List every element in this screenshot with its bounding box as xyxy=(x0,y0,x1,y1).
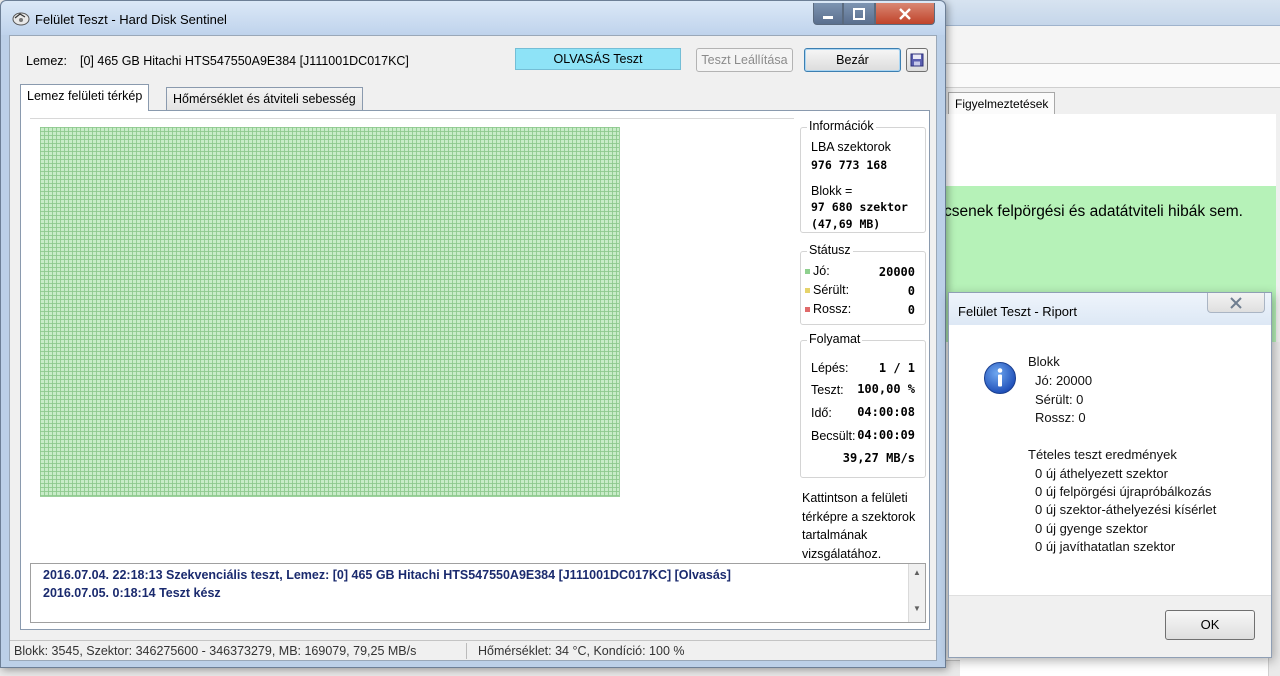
lba-label: LBA szektorok xyxy=(811,140,891,154)
time-value: 04:00:08 xyxy=(857,405,915,419)
disk-label: Lemez: xyxy=(26,54,67,68)
window-title: Felület Teszt - Hard Disk Sentinel xyxy=(35,12,227,27)
disk-value: [0] 465 GB Hitachi HTS547550A9E384 [J111… xyxy=(80,54,409,68)
good-row: Jó: xyxy=(805,264,830,278)
report-block-heading: Blokk xyxy=(1028,354,1060,369)
estimated-label: Becsült: xyxy=(811,429,856,443)
status-title: Státusz xyxy=(807,243,853,257)
damaged-label: Sérült: xyxy=(813,283,850,297)
test-label: Teszt: xyxy=(811,383,844,397)
bad-row: Rossz: xyxy=(805,302,851,316)
block-label: Blokk = xyxy=(811,184,853,198)
close-icon xyxy=(1230,296,1242,309)
report-results-heading: Tételes teszt eredmények xyxy=(1028,447,1177,462)
info-icon xyxy=(983,361,1017,398)
report-bad: Rossz: 0 xyxy=(1035,410,1086,425)
dialog-footer: OK xyxy=(949,595,1271,657)
close-window-button[interactable] xyxy=(875,3,935,25)
report-result-item: 0 új javíthatatlan szektor xyxy=(1035,539,1176,554)
good-label: Jó: xyxy=(813,264,830,278)
scroll-down-icon[interactable]: ▼ xyxy=(913,604,921,613)
report-result-item: 0 új gyenge szektor xyxy=(1035,521,1148,536)
dialog-title: Felület Teszt - Riport xyxy=(958,304,1077,319)
bad-label: Rossz: xyxy=(813,302,852,316)
minimize-button[interactable] xyxy=(813,3,843,25)
block-size: (47,69 MB) xyxy=(811,217,881,231)
status-bar-block-info: Blokk: 3545, Szektor: 346275600 - 346373… xyxy=(14,644,417,658)
status-bar: Blokk: 3545, Szektor: 346275600 - 346373… xyxy=(10,640,936,660)
minimize-icon xyxy=(823,15,833,19)
lba-value: 976 773 168 xyxy=(811,158,888,172)
status-bar-divider xyxy=(466,643,467,659)
status-group: Státusz Jó: 20000 Sérült: 0 Rossz: 0 xyxy=(800,243,926,325)
dialog-titlebar[interactable]: Felület Teszt - Riport xyxy=(949,293,1271,325)
report-result-item: 0 új felpörgési újrapróbálkozás xyxy=(1035,484,1212,499)
log-scrollbar[interactable]: ▲ ▼ xyxy=(908,564,925,622)
surface-test-window: Felület Teszt - Hard Disk Sentinel Lemez… xyxy=(0,0,946,668)
test-value: 100,00 % xyxy=(857,382,915,396)
report-dialog: Felület Teszt - Riport Blokk Jó: 20000 S… xyxy=(948,292,1272,658)
window-titlebar[interactable]: Felület Teszt - Hard Disk Sentinel xyxy=(1,1,945,35)
bad-legend-icon xyxy=(805,307,810,313)
app-icon xyxy=(11,9,31,27)
damaged-legend-icon xyxy=(805,288,810,294)
background-toolbar xyxy=(940,26,1280,64)
damaged-value: 0 xyxy=(907,284,915,298)
background-titlebar xyxy=(940,0,1280,26)
background-ruler xyxy=(940,64,1280,88)
good-value: 20000 xyxy=(878,265,915,279)
log-entry: 2016.07.05. 0:18:14 Teszt kész xyxy=(43,586,221,600)
status-bar-health: Hőmérséklet: 34 °C, Kondíció: 100 % xyxy=(478,644,685,658)
surface-map-blocks[interactable] xyxy=(40,127,620,497)
tab-warnings[interactable]: Figyelmeztetések xyxy=(948,92,1056,114)
step-label: Lépés: xyxy=(811,361,849,375)
log-entry: 2016.07.04. 22:18:13 Szekvenciális teszt… xyxy=(43,568,731,582)
maximize-button[interactable] xyxy=(843,3,875,25)
report-damaged: Sérült: 0 xyxy=(1035,392,1084,407)
speed-value: 39,27 MB/s xyxy=(842,451,915,465)
tab-temperature-speed[interactable]: Hőmérséklet és átviteli sebesség xyxy=(166,87,363,111)
save-button[interactable] xyxy=(906,48,928,72)
dialog-close-button[interactable] xyxy=(1207,293,1265,313)
report-good: Jó: 20000 xyxy=(1035,373,1093,388)
dialog-body: Blokk Jó: 20000 Sérült: 0 Rossz: 0 Tétel… xyxy=(949,325,1271,595)
event-log[interactable]: 2016.07.04. 22:18:13 Szekvenciális teszt… xyxy=(30,563,926,623)
report-result-item: 0 új áthelyezett szektor xyxy=(1035,466,1168,481)
bad-value: 0 xyxy=(907,303,915,317)
surface-map-panel: Információk LBA szektorok 976 773 168 Bl… xyxy=(20,110,930,630)
tab-surface-map[interactable]: Lemez felületi térkép xyxy=(20,84,150,111)
ok-button[interactable]: OK xyxy=(1165,610,1255,640)
close-button[interactable]: Bezár xyxy=(804,48,901,72)
scroll-up-icon[interactable]: ▲ xyxy=(913,568,921,577)
info-title: Információk xyxy=(807,119,876,133)
step-value: 1 / 1 xyxy=(878,361,915,375)
surface-map-area[interactable] xyxy=(30,118,794,562)
damaged-row: Sérült: xyxy=(805,283,849,297)
floppy-disk-icon xyxy=(910,53,924,67)
time-label: Idő: xyxy=(811,406,832,420)
background-status-message: csenek felpörgési és adatátviteli hibák … xyxy=(944,203,1243,220)
close-icon xyxy=(899,7,911,20)
estimated-value: 04:00:09 xyxy=(857,428,915,442)
report-result-item: 0 új szektor-áthelyezési kísérlet xyxy=(1035,502,1217,517)
progress-group: Folyamat Lépés: 1 / 1 Teszt: 100,00 % Id… xyxy=(800,332,926,478)
good-legend-icon xyxy=(805,269,810,275)
progress-title: Folyamat xyxy=(807,332,863,346)
stop-test-button[interactable]: Teszt Leállítása xyxy=(696,48,793,72)
test-mode-badge: OLVASÁS Teszt xyxy=(515,48,681,70)
surface-map-hint: Kattintson a felületi térképre a szektor… xyxy=(802,491,916,561)
block-sectors: 97 680 szektor xyxy=(811,200,908,214)
window-client-area: Lemez: [0] 465 GB Hitachi HTS547550A9E38… xyxy=(9,35,937,661)
info-group: Információk LBA szektorok 976 773 168 Bl… xyxy=(800,119,926,233)
maximize-icon xyxy=(853,7,865,20)
